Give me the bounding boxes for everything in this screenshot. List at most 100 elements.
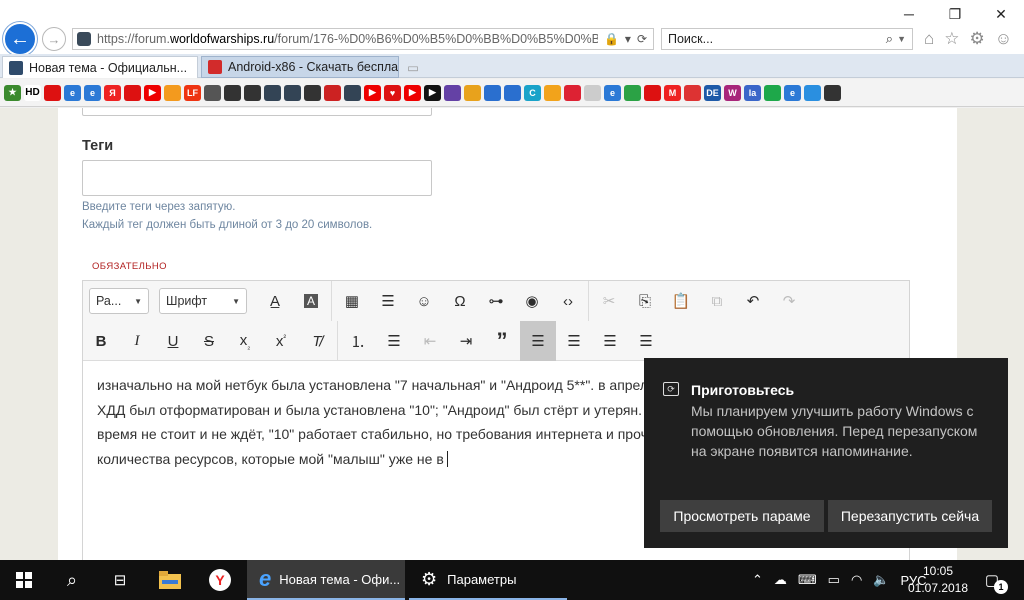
smiley-icon[interactable]: ☺ bbox=[995, 29, 1012, 49]
outdent-button[interactable]: ⇤ bbox=[412, 321, 448, 361]
copy-button[interactable]: ⧉ bbox=[699, 281, 735, 321]
mail-icon[interactable] bbox=[544, 84, 561, 101]
back-button[interactable]: ← bbox=[3, 22, 37, 56]
dropdown-caret-icon[interactable]: ▾ bbox=[625, 32, 631, 46]
ie-icon[interactable]: e bbox=[604, 84, 621, 101]
leaf-icon[interactable] bbox=[624, 84, 641, 101]
address-bar[interactable]: https://forum.worldofwarships.ru/forum/1… bbox=[72, 28, 654, 50]
wows-icon[interactable] bbox=[344, 84, 361, 101]
taskbar-settings-window[interactable]: ⚙ Параметры bbox=[409, 560, 567, 600]
bullet-list-button[interactable]: ☰ bbox=[376, 321, 412, 361]
italic-button[interactable]: I bbox=[119, 321, 155, 361]
wolf-icon[interactable] bbox=[204, 84, 221, 101]
background-color-button[interactable]: A bbox=[293, 281, 329, 321]
view-settings-button[interactable]: Просмотреть параме bbox=[660, 500, 824, 532]
red-circle-icon[interactable] bbox=[324, 84, 341, 101]
subscript-button[interactable]: x₂ bbox=[227, 321, 263, 361]
file-explorer-button[interactable] bbox=[146, 560, 194, 600]
youtube-icon[interactable]: ▶ bbox=[364, 84, 381, 101]
preview-button[interactable]: ◉ bbox=[514, 281, 550, 321]
task-view-button[interactable]: ⊟ bbox=[96, 560, 144, 600]
gear-icon[interactable]: ⚙ bbox=[970, 29, 985, 49]
youtube-icon[interactable]: ▶ bbox=[144, 84, 161, 101]
new-tab-button[interactable]: ▭ bbox=[402, 56, 424, 78]
forward-button[interactable]: → bbox=[42, 27, 66, 51]
align-left-button[interactable]: ☰ bbox=[520, 321, 556, 361]
ie-icon[interactable]: e bbox=[64, 84, 81, 101]
justify-button[interactable]: ☰ bbox=[628, 321, 664, 361]
yandex-icon[interactable]: Я bbox=[104, 84, 121, 101]
de-icon[interactable]: DE bbox=[704, 84, 721, 101]
youtube-icon[interactable]: ▶ bbox=[404, 84, 421, 101]
align-right-button[interactable]: ☰ bbox=[592, 321, 628, 361]
yandex-browser-button[interactable]: Y bbox=[196, 560, 244, 600]
ring-icon[interactable] bbox=[464, 84, 481, 101]
tab-new-topic[interactable]: Новая тема - Официальн... bbox=[2, 56, 198, 78]
bold-button[interactable]: B bbox=[83, 321, 119, 361]
quote-button[interactable]: ” bbox=[484, 321, 520, 361]
battery-icon[interactable]: ▭ bbox=[828, 572, 840, 588]
search-icon[interactable]: ⌕ bbox=[886, 31, 893, 47]
heart-icon[interactable]: ♥ bbox=[384, 84, 401, 101]
box-icon[interactable] bbox=[684, 84, 701, 101]
orange-icon[interactable] bbox=[164, 84, 181, 101]
lf-icon[interactable]: LF bbox=[184, 84, 201, 101]
search-input[interactable] bbox=[668, 32, 886, 46]
superscript-button[interactable]: x² bbox=[263, 321, 299, 361]
url-text[interactable]: https://forum.worldofwarships.ru/forum/1… bbox=[97, 32, 598, 46]
restart-now-button[interactable]: Перезапустить сейча bbox=[828, 500, 992, 532]
font-select[interactable]: Шрифт ▼ bbox=[159, 288, 247, 314]
taskbar-ie-window[interactable]: e Новая тема - Офи... bbox=[247, 560, 405, 600]
sber-icon[interactable] bbox=[764, 84, 781, 101]
align-center-button[interactable]: ☰ bbox=[556, 321, 592, 361]
previous-field[interactable] bbox=[82, 108, 432, 116]
wot-icon[interactable] bbox=[244, 84, 261, 101]
network-icon[interactable]: ⌨ bbox=[798, 572, 817, 588]
ie-icon[interactable]: e bbox=[84, 84, 101, 101]
numbered-list-button[interactable]: ⒈ bbox=[340, 321, 376, 361]
cloud-icon[interactable]: ☁ bbox=[774, 572, 787, 588]
favorites-star-icon[interactable]: ☆ bbox=[944, 29, 959, 49]
photo-icon[interactable] bbox=[484, 84, 501, 101]
c-icon[interactable]: C bbox=[524, 84, 541, 101]
text-color-button[interactable]: A̲ bbox=[257, 281, 293, 321]
wot-icon[interactable] bbox=[224, 84, 241, 101]
redo-button[interactable]: ↷ bbox=[771, 281, 807, 321]
format-select[interactable]: Ра... ▼ bbox=[89, 288, 149, 314]
star-icon[interactable]: ★ bbox=[4, 84, 21, 101]
plug-icon[interactable] bbox=[644, 84, 661, 101]
refresh-icon[interactable]: ⟳ bbox=[637, 32, 647, 46]
paste-text-button[interactable]: ⎘ bbox=[627, 281, 663, 321]
source-button[interactable]: ‹› bbox=[550, 281, 586, 321]
taskbar-search-button[interactable]: ⌕ bbox=[48, 560, 96, 600]
hd-icon[interactable]: HD bbox=[24, 84, 41, 101]
search-box[interactable]: ⌕ ▼ bbox=[661, 28, 913, 50]
twitch-icon[interactable] bbox=[444, 84, 461, 101]
red-square-icon[interactable] bbox=[44, 84, 61, 101]
undo-button[interactable]: ↶ bbox=[735, 281, 771, 321]
start-button[interactable] bbox=[0, 560, 48, 600]
emoji-button[interactable]: ☺ bbox=[406, 281, 442, 321]
play-icon[interactable]: ▶ bbox=[424, 84, 441, 101]
clock[interactable]: 10:05 01.07.2018 bbox=[906, 563, 970, 597]
drop-icon[interactable] bbox=[804, 84, 821, 101]
w-icon[interactable]: W bbox=[724, 84, 741, 101]
maximize-button[interactable]: ❐ bbox=[932, 0, 978, 28]
indent-button[interactable]: ⇥ bbox=[448, 321, 484, 361]
minimize-button[interactable]: ─ bbox=[886, 0, 932, 28]
special-char-button[interactable]: Ω bbox=[442, 281, 478, 321]
la-icon[interactable]: la bbox=[744, 84, 761, 101]
chevron-down-icon[interactable]: ▼ bbox=[897, 34, 906, 44]
table-button[interactable]: ▦ bbox=[334, 281, 370, 321]
wows-icon[interactable] bbox=[284, 84, 301, 101]
diamond-icon[interactable] bbox=[584, 84, 601, 101]
lenta-icon[interactable] bbox=[124, 84, 141, 101]
tags-input[interactable] bbox=[82, 160, 432, 196]
wifi-icon[interactable]: ◠ bbox=[851, 572, 862, 588]
underline-button[interactable]: U bbox=[155, 321, 191, 361]
close-button[interactable]: ✕ bbox=[978, 0, 1024, 28]
volume-icon[interactable]: 🔈 bbox=[873, 572, 889, 588]
wows-icon[interactable] bbox=[264, 84, 281, 101]
multi-icon[interactable] bbox=[824, 84, 841, 101]
cut-button[interactable]: ✂ bbox=[591, 281, 627, 321]
